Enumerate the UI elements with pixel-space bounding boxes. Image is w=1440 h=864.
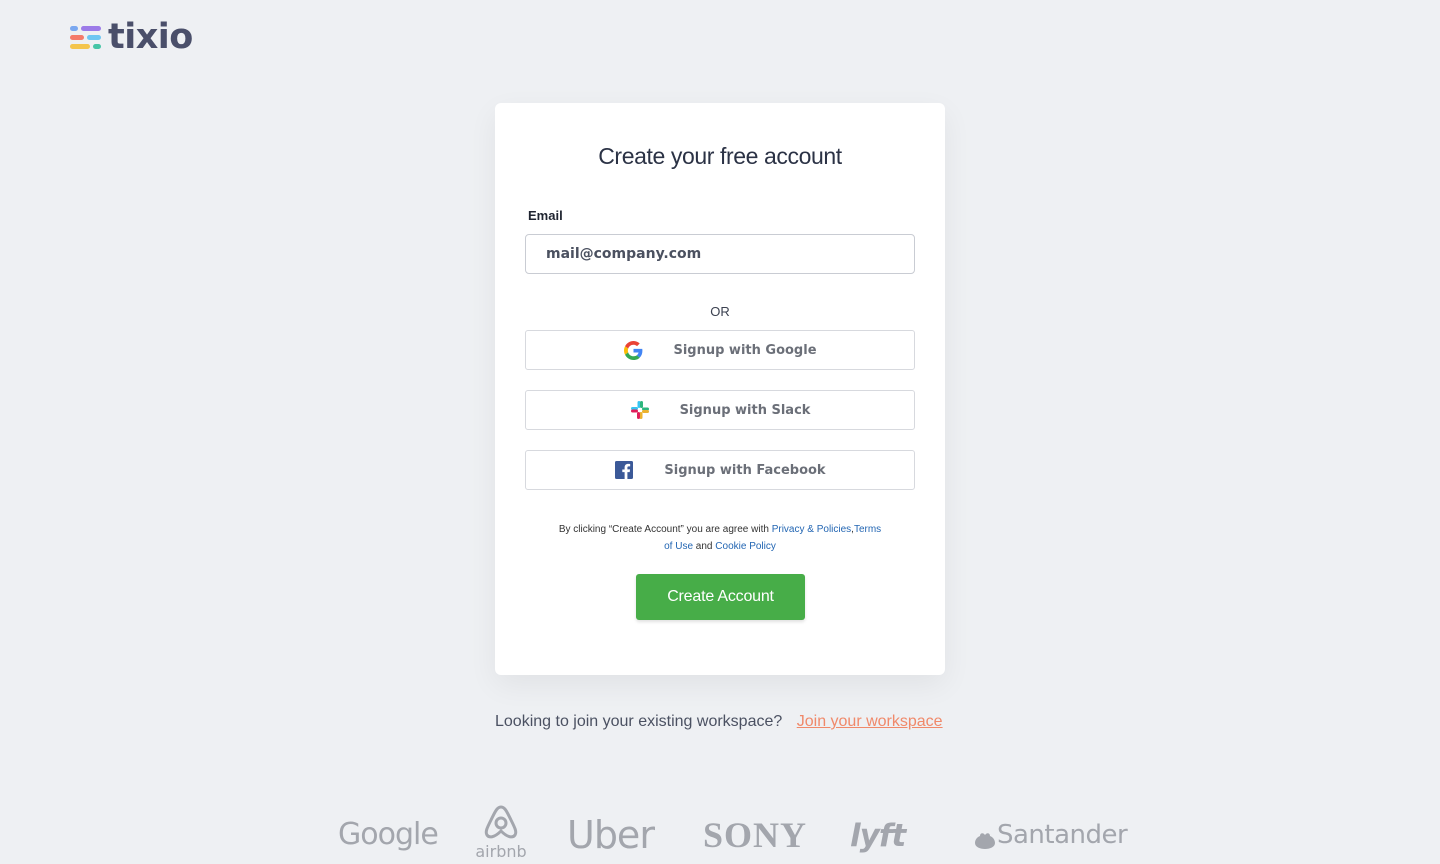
slack-icon	[630, 400, 650, 420]
card-title: Create your free account	[598, 143, 842, 169]
join-workspace-link[interactable]: Join your workspace	[797, 713, 943, 730]
brand-logo-sony: SONY	[703, 815, 808, 855]
customer-logos: Google airbnb Uber SONY lyft Santander	[0, 800, 1440, 864]
tixio-logo[interactable]: tixio	[70, 20, 193, 55]
signup-facebook-label: Signup with Facebook	[664, 462, 826, 478]
cookie-policy-link[interactable]: Cookie Policy	[715, 541, 776, 552]
terms-and: and	[693, 541, 716, 552]
terms-prefix: By clicking “Create Account” you are agr…	[558, 524, 772, 535]
signup-facebook-button[interactable]: Signup with Facebook	[525, 450, 915, 490]
facebook-icon	[614, 460, 634, 480]
signup-page: tixio Create your free account Email OR …	[0, 0, 1440, 864]
signup-google-label: Signup with Google	[673, 342, 817, 358]
santander-flame-icon	[975, 822, 995, 849]
google-icon	[623, 340, 643, 360]
logo-wordmark: tixio	[108, 17, 193, 57]
brand-logo-lyft: lyft	[850, 818, 906, 854]
signup-slack-label: Signup with Slack	[679, 402, 811, 418]
join-workspace-row: Looking to join your existing workspace?…	[495, 713, 955, 731]
signup-slack-button[interactable]: Signup with Slack	[525, 390, 915, 430]
email-input[interactable]	[525, 234, 915, 274]
email-label: Email	[528, 208, 563, 223]
privacy-policies-link[interactable]: Privacy & Policies	[772, 524, 851, 535]
brand-logo-airbnb: airbnb	[474, 804, 528, 861]
tixio-logo-icon	[70, 22, 102, 54]
join-workspace-text: Looking to join your existing workspace?	[495, 713, 783, 730]
or-divider: OR	[710, 304, 730, 319]
brand-logo-google: Google	[338, 817, 439, 852]
brand-logo-uber: Uber	[567, 813, 655, 857]
signup-google-button[interactable]: Signup with Google	[525, 330, 915, 370]
signup-card: Create your free account Email OR Signup…	[495, 103, 945, 675]
brand-logo-santander-text: Santander	[997, 820, 1128, 850]
brand-logo-airbnb-text: airbnb	[475, 842, 527, 861]
terms-notice: By clicking “Create Account” you are agr…	[555, 521, 885, 555]
airbnb-icon	[484, 805, 518, 839]
brand-logo-santander: Santander	[975, 820, 1128, 850]
create-account-button[interactable]: Create Account	[636, 574, 805, 620]
